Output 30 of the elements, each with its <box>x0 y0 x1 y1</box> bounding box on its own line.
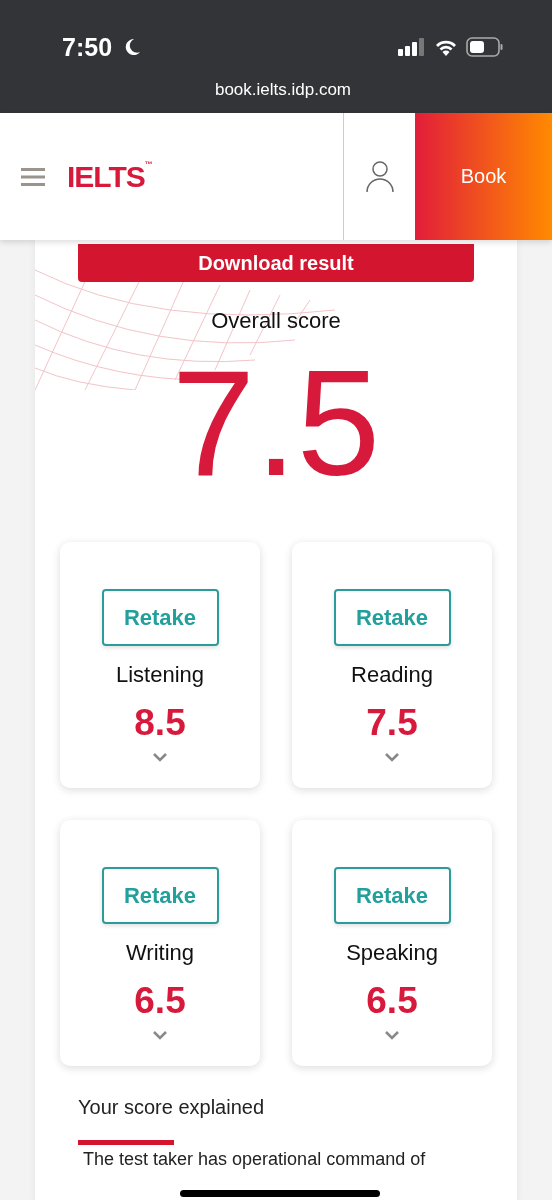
skill-score: 8.5 <box>134 702 186 744</box>
retake-button[interactable]: Retake <box>101 867 219 924</box>
retake-button[interactable]: Retake <box>333 589 451 646</box>
chevron-down-icon[interactable] <box>384 1030 400 1040</box>
wifi-icon <box>434 38 458 56</box>
retake-button[interactable]: Retake <box>101 589 219 646</box>
skill-score: 7.5 <box>366 702 418 744</box>
chevron-down-icon[interactable] <box>384 752 400 762</box>
chevron-down-icon[interactable] <box>152 752 168 762</box>
ielts-logo[interactable]: IELTS$^{™}$ <box>67 159 152 194</box>
clock-time: 7:50 <box>62 32 113 62</box>
skill-score: 6.5 <box>134 980 186 1022</box>
explanation-text: The test taker has operational command of <box>82 1148 427 1170</box>
skill-name: Writing <box>125 940 195 966</box>
download-result-button[interactable]: Download result <box>78 244 474 282</box>
skill-name: Speaking <box>346 940 438 966</box>
battery-icon <box>466 37 504 57</box>
signal-icon <box>398 38 426 56</box>
book-button[interactable]: Book <box>415 113 552 240</box>
url-text: book.ielts.idp.com <box>213 80 353 100</box>
skill-score: 6.5 <box>366 980 418 1022</box>
overall-score: 7.5 <box>170 348 382 498</box>
retake-button[interactable]: Retake <box>333 867 451 924</box>
chevron-down-icon[interactable] <box>152 1030 168 1040</box>
skill-name: Listening <box>115 662 205 688</box>
tab[interactable]: Your score explained <box>78 1096 265 1145</box>
user-icon[interactable] <box>365 160 394 193</box>
menu-icon[interactable] <box>21 167 45 186</box>
skill-name: Reading <box>351 662 433 688</box>
overall-score-label: Overall score <box>210 308 342 334</box>
